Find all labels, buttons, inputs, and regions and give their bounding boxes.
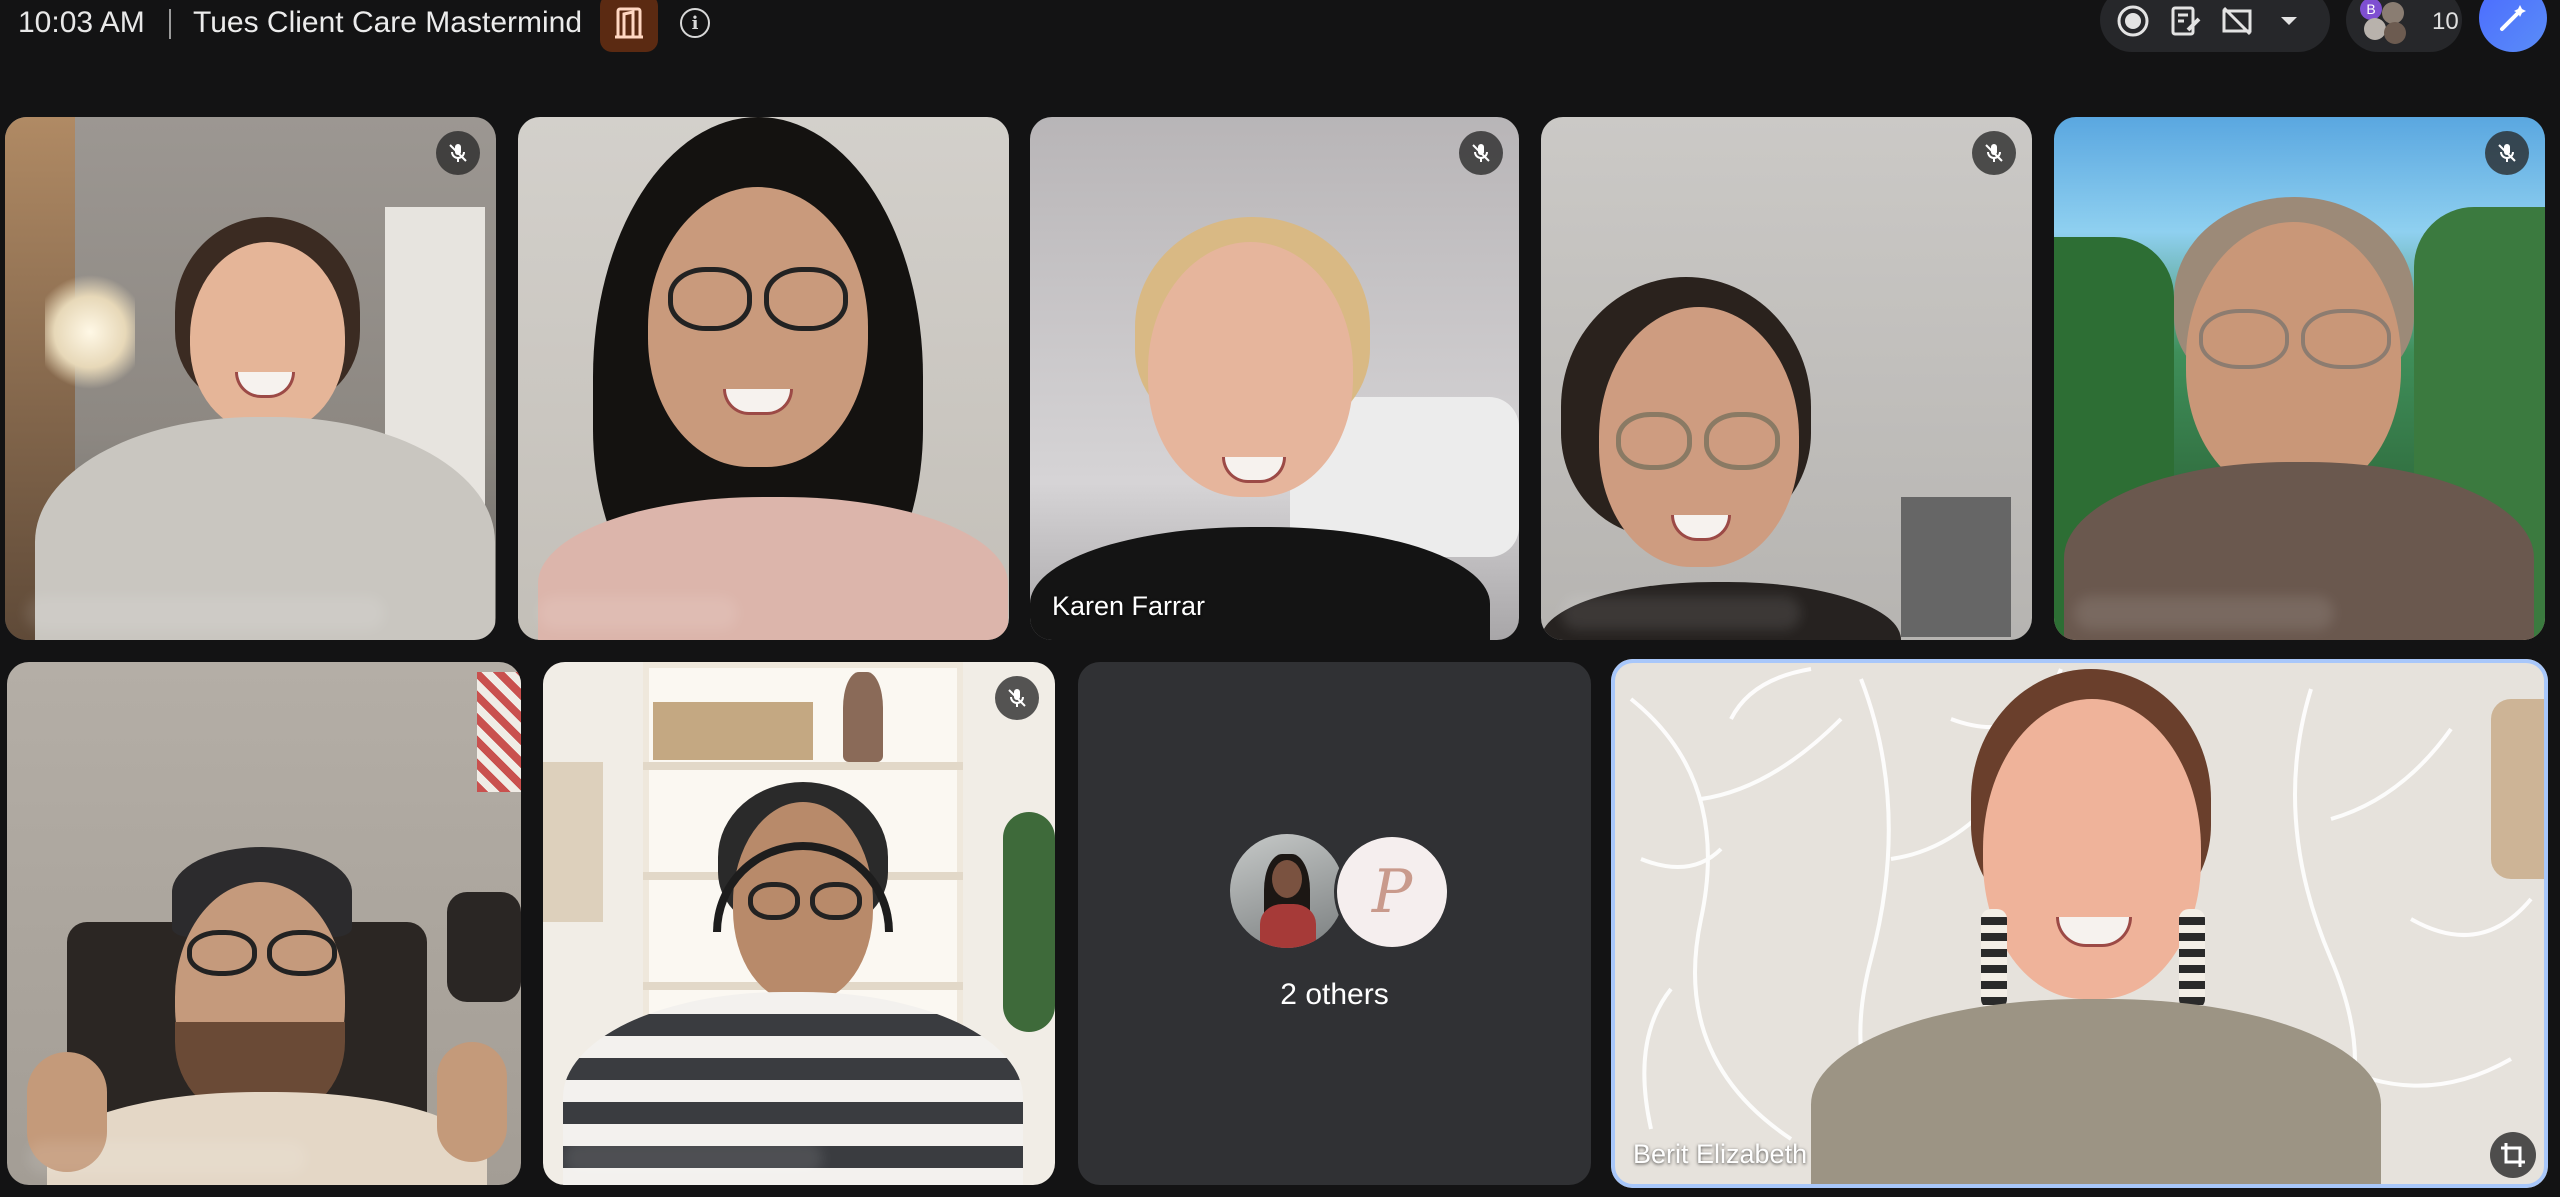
door-icon: [615, 7, 643, 39]
participant-tile[interactable]: [7, 662, 521, 1185]
participant-video: [2054, 117, 2545, 640]
participant-tile[interactable]: [1541, 117, 2032, 640]
avatar: P: [1334, 834, 1450, 950]
other-participants-avatars: P: [1230, 834, 1456, 950]
other-participants-label: 2 others: [1280, 978, 1389, 1011]
muted-icon: [1459, 131, 1503, 175]
record-icon[interactable]: [2114, 2, 2152, 40]
muted-icon: [995, 676, 1039, 720]
meeting-title: Tues Client Care Mastermind: [193, 6, 583, 39]
participant-avatar: B: [2360, 0, 2382, 20]
avatar: [1230, 834, 1344, 948]
participant-video: [518, 117, 1009, 640]
notes-icon[interactable]: [2166, 2, 2204, 40]
participants-count: 10: [2432, 8, 2459, 35]
name-label-blurred: [25, 596, 385, 630]
info-icon[interactable]: i: [680, 8, 710, 38]
participant-avatar: [2384, 22, 2406, 44]
participant-tile[interactable]: [2054, 117, 2545, 640]
participant-video: [543, 662, 1055, 1185]
participant-tile[interactable]: [5, 117, 496, 640]
other-participants-tile[interactable]: P 2 others: [1078, 662, 1591, 1185]
participants-button[interactable]: B 10: [2346, 0, 2462, 52]
edit-button[interactable]: [2479, 0, 2547, 52]
participant-video: [7, 662, 521, 1185]
name-label-blurred: [1561, 596, 1801, 630]
participant-avatar: [2364, 18, 2386, 40]
muted-icon: [2485, 131, 2529, 175]
muted-icon: [1972, 131, 2016, 175]
recording-controls: [2100, 0, 2330, 52]
clock-time: 10:03 AM: [18, 6, 145, 39]
breakout-room-button[interactable]: [600, 0, 658, 52]
participant-tile[interactable]: Berit Elizabeth: [1611, 659, 2548, 1188]
participant-name: Berit Elizabeth: [1633, 1139, 1808, 1169]
participant-video: [5, 117, 496, 640]
participant-video: [1611, 659, 2548, 1188]
participant-name: Karen Farrar: [1052, 591, 1206, 621]
meeting-top-bar: 10:03 AM Tues Client Care Mastermind i B…: [0, 0, 2560, 52]
name-label-blurred: [563, 1141, 823, 1175]
name-label-blurred: [2074, 596, 2334, 630]
divider: [169, 9, 171, 39]
participant-video: [1030, 117, 1519, 640]
captions-off-icon[interactable]: [2218, 2, 2256, 40]
name-label-blurred: [27, 1141, 307, 1175]
participant-video: [1541, 117, 2032, 640]
pen-sparkle-icon: [2500, 5, 2526, 31]
participant-tile[interactable]: [518, 117, 1009, 640]
participant-tile[interactable]: Karen Farrar: [1030, 117, 1519, 640]
name-label-blurred: [538, 596, 738, 630]
participant-tile[interactable]: [543, 662, 1055, 1185]
chevron-down-icon[interactable]: [2270, 2, 2308, 40]
participant-avatar: [2382, 2, 2404, 24]
muted-icon: [436, 131, 480, 175]
crop-icon[interactable]: [2490, 1132, 2536, 1178]
